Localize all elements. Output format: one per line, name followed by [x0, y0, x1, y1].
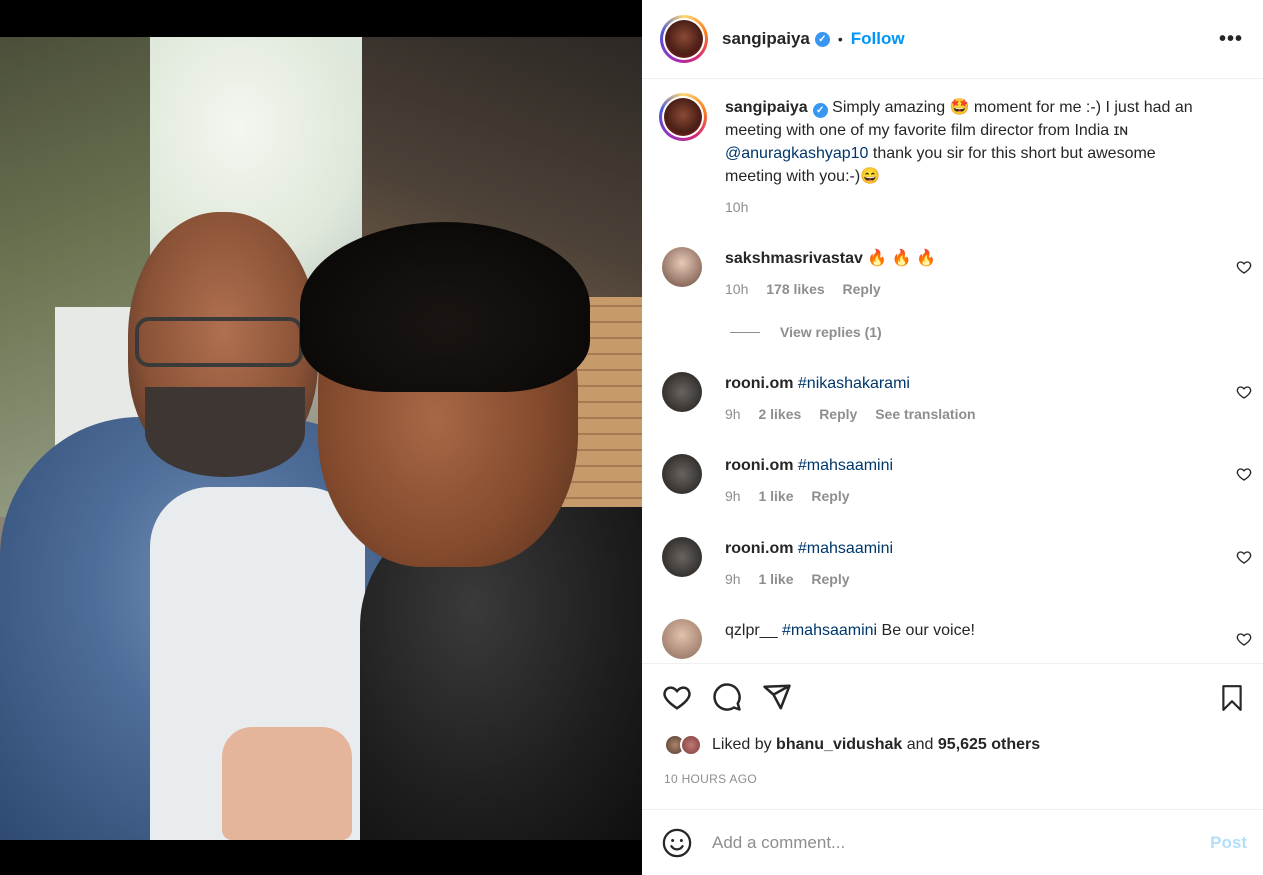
comment-reply-button[interactable]: Reply — [819, 406, 857, 422]
view-replies-button[interactable]: View replies (1) — [730, 324, 882, 340]
comment-avatar[interactable] — [662, 454, 702, 494]
likes-prefix: Liked by — [712, 736, 777, 753]
header-avatar[interactable] — [660, 15, 708, 63]
caption-body: sangipaiya ✓ Simply amazing 🤩 moment for … — [725, 96, 1205, 219]
post-comment-button[interactable]: Post — [1210, 833, 1247, 853]
comment-body: rooni.om #mahsaamini 9h 1 like Reply — [725, 454, 1205, 508]
comment-meta: 9h 1 like Reply — [725, 568, 1205, 591]
comment-meta: 9h 1 like Reply — [725, 485, 1205, 508]
comment-hashtag-link[interactable]: #mahsaamini — [798, 457, 893, 474]
likes-count[interactable]: 95,625 others — [938, 736, 1040, 753]
caption-time[interactable]: 10h — [725, 199, 748, 215]
bookmark-icon[interactable] — [1219, 684, 1245, 712]
comment-like-heart-icon[interactable] — [1236, 549, 1252, 565]
follow-button[interactable]: Follow — [851, 29, 905, 49]
comment-meta: 9h 2 likes Reply See translation — [725, 403, 1205, 426]
comment-username[interactable]: rooni.om — [725, 375, 793, 392]
comment-text: 🔥 🔥 🔥 — [867, 250, 936, 267]
view-replies-label: View replies (1) — [780, 324, 882, 340]
comment-time[interactable]: 9h — [725, 571, 741, 587]
more-options-icon[interactable]: ••• — [1219, 28, 1243, 51]
comment-icon[interactable] — [712, 682, 742, 712]
post-photo[interactable] — [0, 37, 642, 840]
comment-likes[interactable]: 1 like — [758, 488, 793, 504]
liker-avatar[interactable] — [680, 734, 702, 756]
comment-like-heart-icon[interactable] — [1236, 631, 1252, 647]
comment-avatar[interactable] — [662, 537, 702, 577]
post-header: sangipaiya ✓ • Follow ••• — [642, 0, 1263, 79]
caption-avatar[interactable] — [659, 93, 707, 141]
comments-list[interactable]: sangipaiya ✓ Simply amazing 🤩 moment for … — [642, 80, 1263, 662]
photo-person-right-hair — [300, 222, 590, 392]
caption-meta: 10h — [725, 196, 1205, 219]
comment-reply-button[interactable]: Reply — [811, 488, 849, 504]
caption-mention-link[interactable]: @anuragkashyap10 — [725, 145, 868, 162]
comment-reply-button[interactable]: Reply — [843, 281, 881, 297]
instagram-post-view: sangipaiya ✓ • Follow ••• sangipaiya ✓ Si… — [0, 0, 1263, 875]
comment-avatar[interactable] — [662, 619, 702, 659]
photo-person-left-beard — [145, 387, 305, 477]
see-translation-button[interactable]: See translation — [875, 406, 975, 422]
comment-username[interactable]: rooni.om — [725, 540, 793, 557]
share-icon[interactable] — [762, 682, 792, 712]
comment-time[interactable]: 9h — [725, 488, 741, 504]
replies-divider — [730, 331, 760, 333]
caption-verified-icon: ✓ — [812, 103, 828, 118]
comment-body: qzlpr__ #mahsaamini Be our voice! — [725, 619, 1205, 642]
heart-icon[interactable] — [662, 682, 692, 712]
header-username[interactable]: sangipaiya — [722, 29, 810, 49]
comment-username[interactable]: rooni.om — [725, 457, 793, 474]
comment-body: rooni.om #mahsaamini 9h 1 like Reply — [725, 537, 1205, 591]
comment-username[interactable]: qzlpr__ — [725, 622, 777, 639]
comment-time[interactable]: 10h — [725, 281, 748, 297]
comment-likes[interactable]: 178 likes — [766, 281, 824, 297]
comment-hashtag-link[interactable]: #mahsaamini — [782, 622, 877, 639]
comment-text: Be our voice! — [877, 622, 975, 639]
comment-hashtag-link[interactable]: #mahsaamini — [798, 540, 893, 557]
comment-likes[interactable]: 2 likes — [758, 406, 801, 422]
comment-meta: 10h 178 likes Reply — [725, 278, 1205, 301]
comment-like-heart-icon[interactable] — [1236, 259, 1252, 275]
action-icons — [662, 682, 792, 712]
comment-avatar[interactable] — [662, 372, 702, 412]
comment-likes[interactable]: 1 like — [758, 571, 793, 587]
likes-middle: and — [902, 736, 938, 753]
comment-username[interactable]: sakshmasrivastav — [725, 250, 863, 267]
emoji-icon[interactable] — [662, 828, 692, 858]
header-separator: • — [837, 31, 843, 47]
comment-like-heart-icon[interactable] — [1236, 384, 1252, 400]
liked-by-username[interactable]: bhanu_vidushak — [776, 736, 902, 753]
comment-time[interactable]: 9h — [725, 406, 741, 422]
photo-person-left-glasses — [135, 317, 303, 367]
caption-username[interactable]: sangipaiya — [725, 99, 808, 116]
post-side-panel: sangipaiya ✓ • Follow ••• sangipaiya ✓ Si… — [642, 0, 1263, 875]
comment-like-heart-icon[interactable] — [1236, 466, 1252, 482]
photo-face-mask — [222, 727, 352, 840]
post-actions: Liked by bhanu_vidushak and 95,625 other… — [642, 663, 1263, 810]
comment-avatar[interactable] — [662, 247, 702, 287]
comment-body: rooni.om #nikashakarami 9h 2 likes Reply… — [725, 372, 1205, 426]
comment-body: sakshmasrivastav 🔥 🔥 🔥 10h 178 likes Rep… — [725, 247, 1205, 301]
comment-hashtag-link[interactable]: #nikashakarami — [798, 375, 910, 392]
verified-icon: ✓ — [814, 31, 830, 47]
likes-text: Liked by bhanu_vidushak and 95,625 other… — [712, 736, 1040, 754]
likes-summary: Liked by bhanu_vidushak and 95,625 other… — [664, 734, 1040, 756]
post-timestamp[interactable]: 10 HOURS AGO — [664, 772, 757, 786]
comment-input[interactable] — [712, 832, 1182, 853]
comment-composer: Post — [642, 810, 1263, 875]
comment-reply-button[interactable]: Reply — [811, 571, 849, 587]
